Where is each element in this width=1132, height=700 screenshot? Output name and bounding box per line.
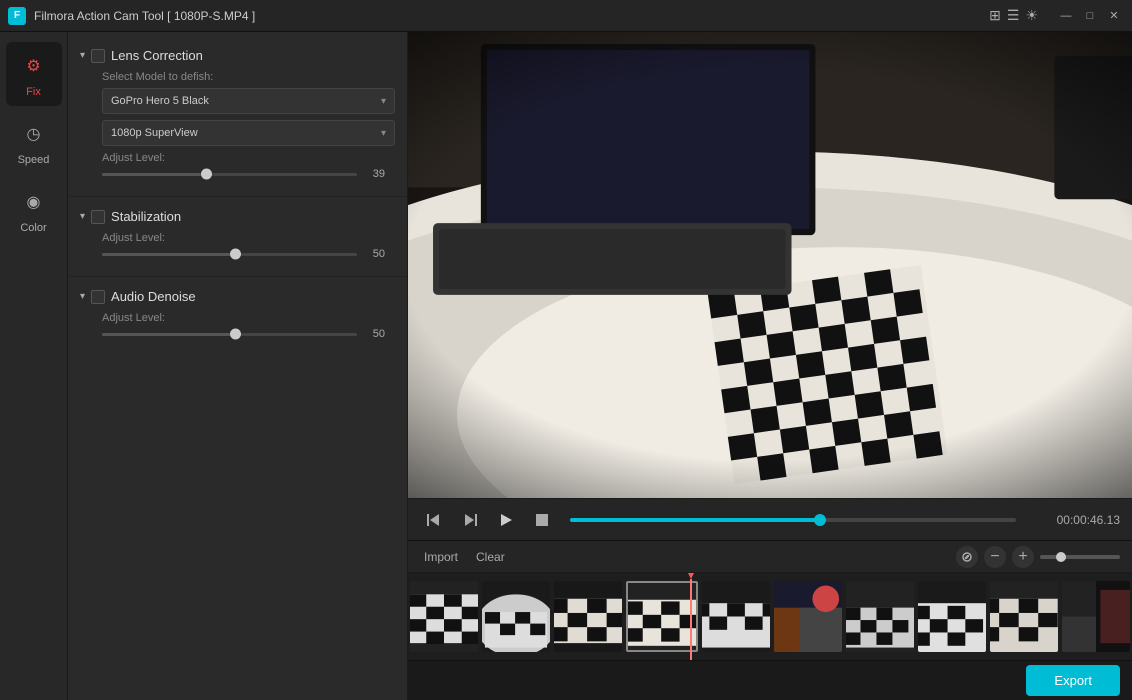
zoom-thumb [1056,552,1066,562]
clip-thumb-2[interactable] [482,581,550,652]
stab-slider-track[interactable] [102,253,357,256]
sidebar-label-color: Color [20,222,46,234]
clip-thumb-10[interactable] [1062,581,1130,652]
stabilization-header: ▾ Stabilization [80,209,395,224]
titlebar: F Filmora Action Cam Tool [ 1080P-S.MP4 … [0,0,1132,32]
clip-thumb-9[interactable] [990,581,1058,652]
play-button[interactable] [492,506,520,534]
lens-slider-container: 39 [102,168,385,180]
speed-icon: ◷ [18,118,50,150]
window-controls: — □ ✕ [1056,6,1124,26]
toolbar-icon-1[interactable]: ⊞ [989,7,1001,24]
video-preview-area [408,32,1132,498]
export-bar: Export [408,660,1132,700]
clip-thumb-4[interactable] [626,581,698,652]
playhead-line [690,579,692,660]
lens-title: Lens Correction [111,48,203,63]
audio-slider-label: Adjust Level: [102,312,385,324]
timeline-toolbar: Import Clear − + [408,541,1132,573]
stab-toggle[interactable]: ▾ [80,211,85,222]
clips-strip [408,573,1132,660]
stab-content: Adjust Level: 50 [80,232,395,260]
zoom-out-button[interactable]: − [984,546,1006,568]
audio-toggle[interactable]: ▾ [80,291,85,302]
main-layout: ⚙ Fix ◷ Speed ◉ Color ▾ Lens Correction … [0,32,1132,700]
timeline-clips[interactable] [408,573,1132,660]
zoom-controls: − + [956,546,1120,568]
playhead [690,573,692,660]
clip-thumb-1[interactable] [410,581,478,652]
stab-slider-container: 50 [102,248,385,260]
chain-link-icon[interactable] [956,546,978,568]
maximize-button[interactable]: □ [1080,6,1100,26]
stabilization-section: ▾ Stabilization Adjust Level: 50 [68,203,407,270]
toolbar-icon-2[interactable]: ☰ [1007,7,1020,24]
sidebar-item-fix[interactable]: ⚙ Fix [6,42,62,106]
lens-correction-header: ▾ Lens Correction [80,48,395,63]
fix-icon: ⚙ [18,50,50,82]
progress-thumb [814,514,826,526]
settings-panel: ▾ Lens Correction Select Model to defish… [68,32,408,700]
gopro-model-dropdown[interactable]: GoPro Hero 5 Black ▾ [102,88,395,114]
step-back-button[interactable] [456,506,484,534]
sidebar-item-color[interactable]: ◉ Color [6,178,62,242]
audio-slider-value: 50 [365,328,385,340]
window-title: Filmora Action Cam Tool [ 1080P-S.MP4 ] [34,9,981,23]
clip-thumb-7[interactable] [846,581,914,652]
lens-checkbox[interactable] [91,49,105,63]
lens-correction-section: ▾ Lens Correction Select Model to defish… [68,42,407,190]
stop-button[interactable] [528,506,556,534]
import-button[interactable]: Import [420,548,462,566]
dropdown1-chevron: ▾ [381,96,386,107]
timeline-area: Import Clear − + [408,540,1132,700]
clip-thumb-6[interactable] [774,581,842,652]
sidebar: ⚙ Fix ◷ Speed ◉ Color [0,32,68,700]
clip-thumb-5[interactable] [702,581,770,652]
clear-button[interactable]: Clear [472,548,509,566]
app-icon: F [8,7,26,25]
toolbar-icons: ⊞ ☰ ☀ [989,7,1038,24]
resolution-dropdown[interactable]: 1080p SuperView ▾ [102,120,395,146]
model-select-label: Select Model to defish: [80,71,395,83]
lens-slider-row: Adjust Level: 39 [80,152,395,180]
skip-to-start-button[interactable] [420,506,448,534]
stab-slider-row: Adjust Level: 50 [80,232,395,260]
export-button[interactable]: Export [1026,665,1120,696]
stab-title: Stabilization [111,209,181,224]
time-display: 00:00:46.13 [1030,513,1120,527]
stab-slider-value: 50 [365,248,385,260]
audio-checkbox[interactable] [91,290,105,304]
audio-denoise-section: ▾ Audio Denoise Adjust Level: 50 [68,283,407,350]
lens-slider-label: Adjust Level: [102,152,385,164]
lens-slider-track[interactable] [102,173,357,176]
color-icon: ◉ [18,186,50,218]
close-button[interactable]: ✕ [1104,6,1124,26]
audio-slider-track[interactable] [102,333,357,336]
dropdown2-chevron: ▾ [381,128,386,139]
sidebar-label-fix: Fix [26,86,41,98]
sidebar-label-speed: Speed [18,154,50,166]
minimize-button[interactable]: — [1056,6,1076,26]
sidebar-item-speed[interactable]: ◷ Speed [6,110,62,174]
progress-bar[interactable] [570,518,1016,522]
stab-checkbox[interactable] [91,210,105,224]
audio-content: Adjust Level: 50 [80,312,395,340]
lens-toggle[interactable]: ▾ [80,50,85,61]
zoom-in-button[interactable]: + [1012,546,1034,568]
audio-denoise-header: ▾ Audio Denoise [80,289,395,304]
audio-slider-container: 50 [102,328,385,340]
content-area: 00:00:46.13 Import Clear − [408,32,1132,700]
lens-slider-value: 39 [365,168,385,180]
progress-fill [570,518,820,522]
stab-slider-label: Adjust Level: [102,232,385,244]
lens-content: Select Model to defish: GoPro Hero 5 Bla… [80,71,395,180]
zoom-slider[interactable] [1040,555,1120,559]
audio-slider-row: Adjust Level: 50 [80,312,395,340]
video-controls-bar: 00:00:46.13 [408,498,1132,540]
clip-thumb-3[interactable] [554,581,622,652]
video-placeholder [408,32,1132,498]
audio-title: Audio Denoise [111,289,196,304]
toolbar-icon-3[interactable]: ☀ [1025,7,1038,24]
clip-thumb-8[interactable] [918,581,986,652]
